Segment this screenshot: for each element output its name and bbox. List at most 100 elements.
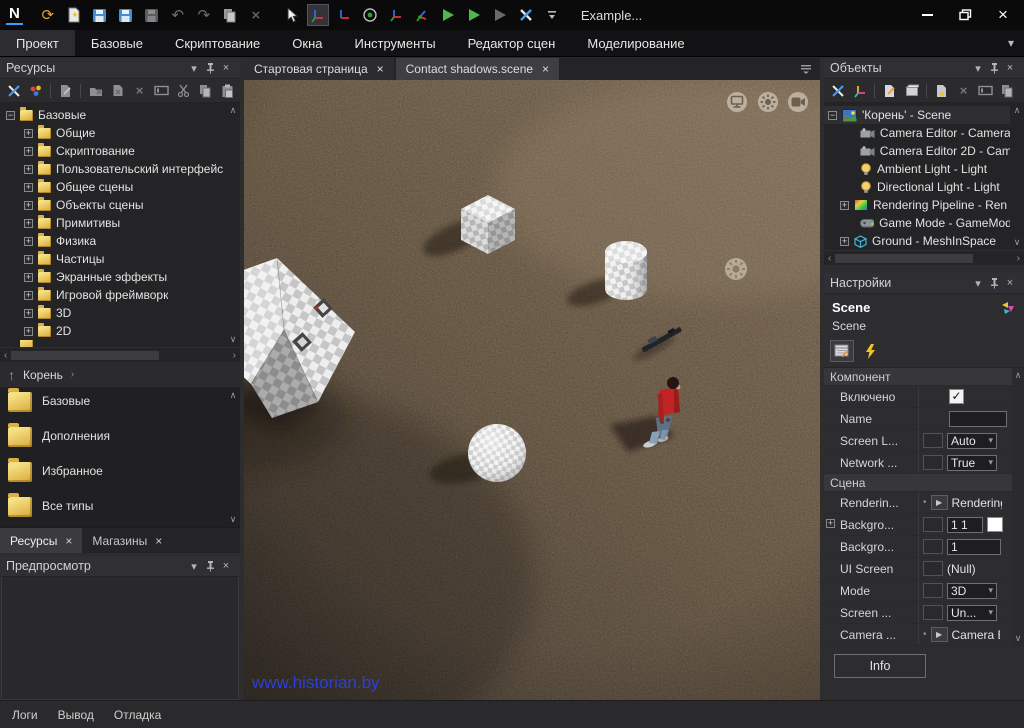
refresh-button[interactable]: ⟳ (37, 4, 59, 26)
new-file-button[interactable] (63, 4, 85, 26)
color-swatch[interactable] (987, 517, 1003, 532)
section-component[interactable]: Компонент (824, 368, 1012, 386)
tree-item-3d[interactable]: +3D (0, 304, 240, 322)
tree-item-scene-objects[interactable]: +Объекты сцены (0, 196, 240, 214)
light-gizmo-icon[interactable] (725, 258, 747, 280)
menu-basic[interactable]: Базовые (75, 30, 159, 56)
tree-item-common[interactable]: +Общие (0, 124, 240, 142)
delete-button[interactable]: × (245, 4, 267, 26)
status-logs[interactable]: Логи (12, 708, 38, 722)
default-flag-box[interactable] (923, 605, 943, 620)
close-window-button[interactable]: × (988, 4, 1018, 26)
obj-item-ambient-light[interactable]: Ambient Light - Light (824, 160, 1024, 178)
panel-dropdown-icon[interactable]: ▾ (186, 62, 202, 75)
scroll-up-icon[interactable]: ∧ (1015, 370, 1022, 381)
default-flag-box[interactable] (923, 517, 943, 532)
screen-orientation-dropdown[interactable]: Un...▾ (947, 605, 997, 621)
folder-list-vscrollbar[interactable]: ∧ ∨ (226, 388, 240, 527)
expand-icon[interactable]: + (840, 201, 849, 210)
menu-modeling[interactable]: Моделирование (571, 30, 700, 56)
viewport-display-button[interactable] (727, 92, 747, 112)
save-all-button[interactable] (115, 4, 137, 26)
menu-scripting[interactable]: Скриптование (159, 30, 276, 56)
scroll-down-icon[interactable]: ∨ (230, 514, 237, 525)
tab-list-button[interactable] (792, 58, 820, 80)
obj-item-root-scene[interactable]: − 'Корень' - Scene (824, 106, 1024, 124)
pin-icon[interactable] (202, 560, 218, 572)
name-input[interactable] (949, 411, 1007, 427)
tab-events[interactable] (858, 340, 882, 362)
status-output[interactable]: Вывод (58, 708, 94, 722)
expand-icon[interactable]: + (24, 165, 33, 174)
obj-item-camera-editor-2d[interactable]: Camera Editor 2D - Cam (824, 142, 1024, 160)
scroll-down-icon[interactable]: ∨ (1015, 633, 1022, 644)
scene-viewport[interactable]: www.historian.by (244, 80, 820, 700)
enabled-checkbox[interactable]: ✓ (949, 389, 964, 404)
expand-icon[interactable]: + (24, 309, 33, 318)
pin-icon[interactable] (986, 62, 1002, 74)
expand-icon[interactable]: + (24, 201, 33, 210)
res-rename-button[interactable] (152, 81, 171, 100)
close-tab-icon[interactable]: × (542, 62, 549, 76)
expand-icon[interactable]: + (826, 519, 835, 528)
scrollbar-thumb[interactable] (835, 254, 972, 263)
obj-rename-button[interactable] (976, 81, 995, 100)
expand-icon[interactable]: + (24, 291, 33, 300)
expand-icon[interactable]: + (24, 183, 33, 192)
obj-new-resource-button[interactable] (932, 81, 951, 100)
ref-play-button[interactable]: ▶ (931, 495, 948, 510)
menu-project[interactable]: Проект (0, 30, 75, 56)
res-delete-button[interactable]: × (130, 81, 149, 100)
objects-tree-vscrollbar[interactable]: ∧ ∨ (1010, 103, 1024, 250)
save-button[interactable] (89, 4, 111, 26)
up-arrow-icon[interactable]: ↑ (8, 367, 15, 383)
obj-new-component-button[interactable] (902, 81, 921, 100)
panel-dropdown-icon[interactable]: ▾ (186, 560, 202, 573)
close-tab-icon[interactable]: × (155, 534, 162, 548)
collapse-icon[interactable]: − (6, 111, 15, 120)
expand-icon[interactable]: + (24, 327, 33, 336)
close-tab-icon[interactable]: × (65, 534, 72, 548)
default-flag-box[interactable] (923, 561, 943, 576)
menu-windows[interactable]: Окна (276, 30, 338, 56)
select-cursor-button[interactable] (281, 4, 303, 26)
expand-icon[interactable]: + (24, 147, 33, 156)
res-new-folder-button[interactable] (86, 81, 105, 100)
obj-copy-button[interactable] (998, 81, 1017, 100)
property-grid-vscrollbar[interactable]: ∧ ∨ (1012, 368, 1024, 646)
menu-overflow-button[interactable]: ▾ (998, 30, 1024, 56)
mode-dropdown[interactable]: 3D▾ (947, 583, 997, 599)
background-intensity-value[interactable]: 1 (947, 539, 1001, 555)
save-disabled-button[interactable] (141, 4, 163, 26)
tree-item-particles[interactable]: +Частицы (0, 250, 240, 268)
tree-item-game-framework[interactable]: +Игровой фреймворк (0, 286, 240, 304)
folder-item-addons[interactable]: Дополнения (0, 423, 240, 458)
res-tools-button[interactable] (4, 81, 23, 100)
obj-item-directional-light[interactable]: Directional Light - Light (824, 178, 1024, 196)
move-gizmo-button[interactable] (307, 4, 329, 26)
close-panel-icon[interactable]: × (1002, 277, 1018, 289)
scroll-right-icon[interactable]: › (1017, 253, 1020, 264)
play-disabled-button[interactable] (489, 4, 511, 26)
panel-dropdown-icon[interactable]: ▾ (970, 277, 986, 290)
scroll-down-icon[interactable]: ∨ (1014, 237, 1021, 248)
tree-item-screen-effects[interactable]: +Экранные эффекты (0, 268, 240, 286)
duplicate-button[interactable] (219, 4, 241, 26)
panel-dropdown-icon[interactable]: ▾ (970, 62, 986, 75)
play-button[interactable] (437, 4, 459, 26)
scrollbar-thumb[interactable] (11, 351, 158, 360)
tab-contact-shadows-scene[interactable]: Contact shadows.scene × (396, 58, 559, 80)
restore-button[interactable] (950, 4, 980, 26)
folder-item-all-types[interactable]: Все типы (0, 493, 240, 527)
scroll-left-icon[interactable]: ‹ (4, 350, 7, 361)
scroll-up-icon[interactable]: ∧ (230, 105, 237, 116)
close-panel-icon[interactable]: × (1002, 62, 1018, 74)
tree-item-scene-common[interactable]: +Общее сцены (0, 178, 240, 196)
tab-resources[interactable]: Ресурсы × (0, 528, 82, 553)
scale-button[interactable] (411, 4, 433, 26)
tree-item-primitives[interactable]: +Примитивы (0, 214, 240, 232)
translate-button[interactable] (333, 4, 355, 26)
build-tools-button[interactable] (515, 4, 537, 26)
default-flag-box[interactable] (923, 539, 943, 554)
tree-item-physics[interactable]: +Физика (0, 232, 240, 250)
